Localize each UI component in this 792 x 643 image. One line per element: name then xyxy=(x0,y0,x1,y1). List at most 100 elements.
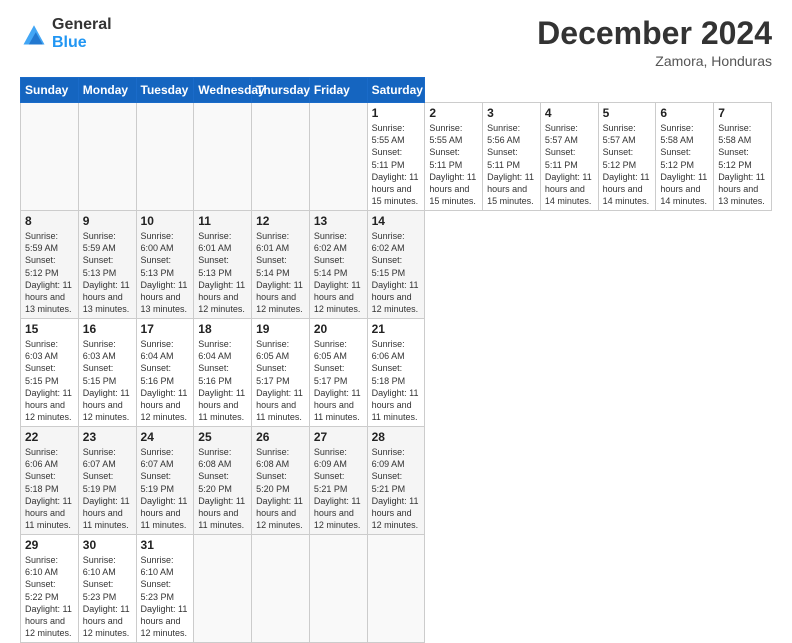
day-info: Sunrise: 6:05 AMSunset: 5:17 PMDaylight:… xyxy=(256,338,305,423)
calendar-cell: 10Sunrise: 6:00 AMSunset: 5:13 PMDayligh… xyxy=(136,211,194,319)
col-header-monday: Monday xyxy=(78,78,136,103)
day-info: Sunrise: 5:59 AMSunset: 5:13 PMDaylight:… xyxy=(83,230,132,315)
day-number: 7 xyxy=(718,106,767,120)
calendar-cell: 31 Sunrise: 6:10 AMSunset: 5:23 PMDayligh… xyxy=(136,535,194,643)
col-header-thursday: Thursday xyxy=(252,78,310,103)
calendar-cell: 3 Sunrise: 5:56 AMSunset: 5:11 PMDaylight… xyxy=(483,103,541,211)
day-info: Sunrise: 6:08 AMSunset: 5:20 PMDaylight:… xyxy=(256,446,305,531)
calendar-week-4: 22Sunrise: 6:06 AMSunset: 5:18 PMDayligh… xyxy=(21,427,772,535)
logo-general-text: General xyxy=(52,16,112,34)
calendar-cell xyxy=(194,103,252,211)
col-header-wednesday: Wednesday xyxy=(194,78,252,103)
calendar-cell xyxy=(136,103,194,211)
day-info: Sunrise: 6:06 AMSunset: 5:18 PMDaylight:… xyxy=(372,338,421,423)
calendar-cell: 21 Sunrise: 6:06 AMSunset: 5:18 PMDayligh… xyxy=(367,319,425,427)
day-number: 11 xyxy=(198,214,247,228)
calendar-cell xyxy=(252,535,310,643)
day-info: Sunrise: 5:58 AMSunset: 5:12 PMDaylight:… xyxy=(660,122,709,207)
day-number: 3 xyxy=(487,106,536,120)
day-number: 18 xyxy=(198,322,247,336)
calendar-cell: 15Sunrise: 6:03 AMSunset: 5:15 PMDayligh… xyxy=(21,319,79,427)
calendar-cell: 13Sunrise: 6:02 AMSunset: 5:14 PMDayligh… xyxy=(309,211,367,319)
col-header-tuesday: Tuesday xyxy=(136,78,194,103)
calendar-cell xyxy=(78,103,136,211)
col-header-friday: Friday xyxy=(309,78,367,103)
day-info: Sunrise: 6:09 AMSunset: 5:21 PMDaylight:… xyxy=(314,446,363,531)
day-info: Sunrise: 5:58 AMSunset: 5:12 PMDaylight:… xyxy=(718,122,767,207)
calendar-cell: 14 Sunrise: 6:02 AMSunset: 5:15 PMDayligh… xyxy=(367,211,425,319)
day-info: Sunrise: 6:02 AMSunset: 5:15 PMDaylight:… xyxy=(372,230,421,315)
calendar-cell: 22Sunrise: 6:06 AMSunset: 5:18 PMDayligh… xyxy=(21,427,79,535)
calendar-cell: 12 Sunrise: 6:01 AMSunset: 5:14 PMDayligh… xyxy=(252,211,310,319)
page: General Blue December 2024 Zamora, Hondu… xyxy=(0,0,792,612)
day-info: Sunrise: 5:56 AMSunset: 5:11 PMDaylight:… xyxy=(487,122,536,207)
calendar-week-1: 1 Sunrise: 5:55 AMSunset: 5:11 PMDaylight… xyxy=(21,103,772,211)
day-info: Sunrise: 5:55 AMSunset: 5:11 PMDaylight:… xyxy=(429,122,478,207)
day-number: 8 xyxy=(25,214,74,228)
calendar-cell: 1 Sunrise: 5:55 AMSunset: 5:11 PMDaylight… xyxy=(367,103,425,211)
day-info: Sunrise: 6:02 AMSunset: 5:14 PMDaylight:… xyxy=(314,230,363,315)
calendar-cell: 29 Sunrise: 6:10 AMSunset: 5:22 PMDayligh… xyxy=(21,535,79,643)
calendar-cell: 19 Sunrise: 6:05 AMSunset: 5:17 PMDayligh… xyxy=(252,319,310,427)
calendar-cell: 17Sunrise: 6:04 AMSunset: 5:16 PMDayligh… xyxy=(136,319,194,427)
logo-text: General Blue xyxy=(52,16,112,51)
calendar-cell xyxy=(309,103,367,211)
day-info: Sunrise: 6:01 AMSunset: 5:13 PMDaylight:… xyxy=(198,230,247,315)
day-info: Sunrise: 6:07 AMSunset: 5:19 PMDaylight:… xyxy=(83,446,132,531)
calendar-cell: 24 Sunrise: 6:07 AMSunset: 5:19 PMDayligh… xyxy=(136,427,194,535)
logo-blue-text: Blue xyxy=(52,34,112,52)
day-number: 16 xyxy=(83,322,132,336)
col-header-sunday: Sunday xyxy=(21,78,79,103)
day-info: Sunrise: 6:10 AMSunset: 5:23 PMDaylight:… xyxy=(141,554,190,639)
calendar-table: SundayMondayTuesdayWednesdayThursdayFrid… xyxy=(20,77,772,643)
calendar-cell: 23 Sunrise: 6:07 AMSunset: 5:19 PMDayligh… xyxy=(78,427,136,535)
calendar-cell: 7 Sunrise: 5:58 AMSunset: 5:12 PMDaylight… xyxy=(714,103,772,211)
day-number: 25 xyxy=(198,430,247,444)
calendar-cell: 26 Sunrise: 6:08 AMSunset: 5:20 PMDayligh… xyxy=(252,427,310,535)
day-info: Sunrise: 6:08 AMSunset: 5:20 PMDaylight:… xyxy=(198,446,247,531)
day-number: 23 xyxy=(83,430,132,444)
day-info: Sunrise: 5:55 AMSunset: 5:11 PMDaylight:… xyxy=(372,122,421,207)
day-number: 9 xyxy=(83,214,132,228)
day-number: 5 xyxy=(603,106,652,120)
header: General Blue December 2024 Zamora, Hondu… xyxy=(20,16,772,69)
day-info: Sunrise: 6:04 AMSunset: 5:16 PMDaylight:… xyxy=(198,338,247,423)
day-number: 29 xyxy=(25,538,74,552)
calendar-cell: 30 Sunrise: 6:10 AMSunset: 5:23 PMDayligh… xyxy=(78,535,136,643)
calendar-cell xyxy=(252,103,310,211)
day-number: 4 xyxy=(545,106,594,120)
day-number: 12 xyxy=(256,214,305,228)
calendar-cell xyxy=(194,535,252,643)
day-number: 30 xyxy=(83,538,132,552)
calendar-cell xyxy=(21,103,79,211)
calendar-cell: 27Sunrise: 6:09 AMSunset: 5:21 PMDayligh… xyxy=(309,427,367,535)
day-number: 21 xyxy=(372,322,421,336)
day-number: 15 xyxy=(25,322,74,336)
calendar-cell: 11 Sunrise: 6:01 AMSunset: 5:13 PMDayligh… xyxy=(194,211,252,319)
day-number: 24 xyxy=(141,430,190,444)
calendar-header-row: SundayMondayTuesdayWednesdayThursdayFrid… xyxy=(21,78,772,103)
calendar-title: December 2024 xyxy=(537,16,772,51)
calendar-cell: 25 Sunrise: 6:08 AMSunset: 5:20 PMDayligh… xyxy=(194,427,252,535)
day-number: 31 xyxy=(141,538,190,552)
day-number: 6 xyxy=(660,106,709,120)
day-info: Sunrise: 6:10 AMSunset: 5:22 PMDaylight:… xyxy=(25,554,74,639)
day-number: 28 xyxy=(372,430,421,444)
calendar-subtitle: Zamora, Honduras xyxy=(537,53,772,69)
calendar-cell xyxy=(309,535,367,643)
calendar-cell: 28Sunrise: 6:09 AMSunset: 5:21 PMDayligh… xyxy=(367,427,425,535)
day-number: 19 xyxy=(256,322,305,336)
title-block: December 2024 Zamora, Honduras xyxy=(537,16,772,69)
calendar-cell: 4Sunrise: 5:57 AMSunset: 5:11 PMDaylight… xyxy=(540,103,598,211)
calendar-cell: 8 Sunrise: 5:59 AMSunset: 5:12 PMDaylight… xyxy=(21,211,79,319)
day-number: 26 xyxy=(256,430,305,444)
day-number: 14 xyxy=(372,214,421,228)
day-info: Sunrise: 6:01 AMSunset: 5:14 PMDaylight:… xyxy=(256,230,305,315)
day-number: 1 xyxy=(372,106,421,120)
calendar-cell: 5Sunrise: 5:57 AMSunset: 5:12 PMDaylight… xyxy=(598,103,656,211)
day-info: Sunrise: 6:10 AMSunset: 5:23 PMDaylight:… xyxy=(83,554,132,639)
calendar-cell xyxy=(367,535,425,643)
calendar-cell: 9 Sunrise: 5:59 AMSunset: 5:13 PMDaylight… xyxy=(78,211,136,319)
day-info: Sunrise: 5:59 AMSunset: 5:12 PMDaylight:… xyxy=(25,230,74,315)
day-info: Sunrise: 6:07 AMSunset: 5:19 PMDaylight:… xyxy=(141,446,190,531)
